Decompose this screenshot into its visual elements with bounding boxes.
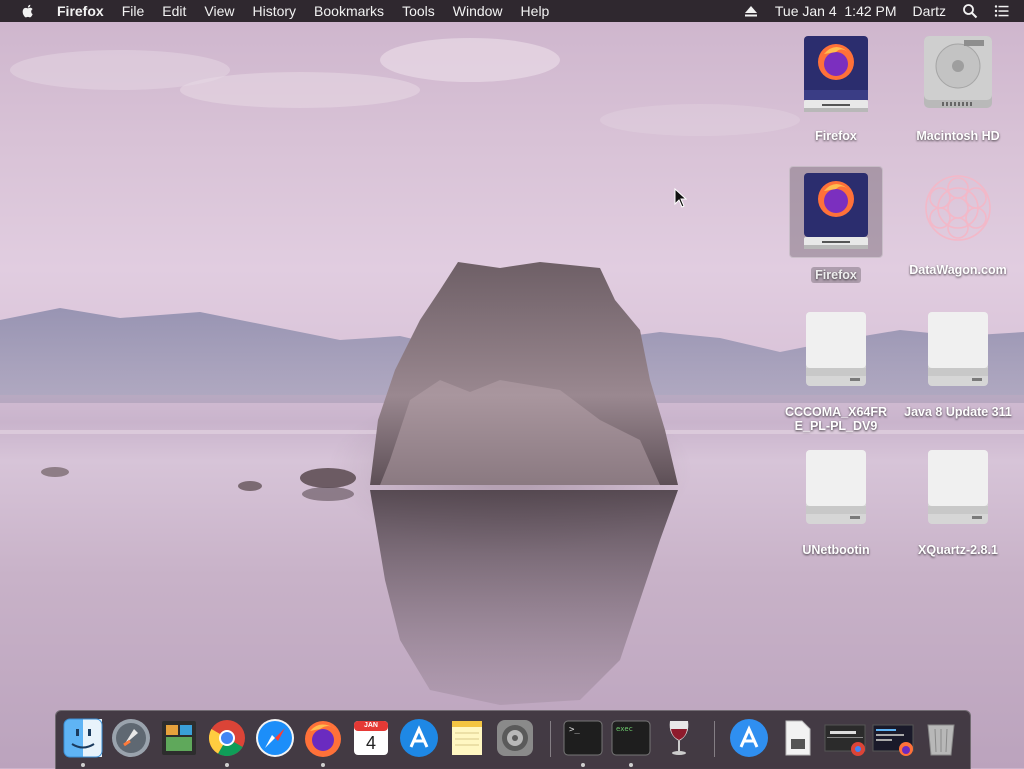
flower-logo-icon <box>925 175 991 241</box>
app-store-folder-icon[interactable] <box>728 717 770 759</box>
external-drive-icon <box>806 450 866 524</box>
desktop-icon-cccoma[interactable]: CCCOMA_X64FRE_PL-PL_DV9 <box>781 308 891 433</box>
running-indicator <box>81 763 85 767</box>
launchpad-icon[interactable] <box>110 717 152 759</box>
menu-file[interactable]: File <box>113 0 154 22</box>
external-drive-icon <box>928 312 988 386</box>
terminal-prompt: >_ <box>569 725 580 735</box>
menu-app-name[interactable]: Firefox <box>48 0 113 22</box>
desktop-icon-label: Firefox <box>811 267 861 283</box>
system-preferences-icon[interactable] <box>494 717 536 759</box>
notification-center-icon[interactable] <box>994 3 1010 19</box>
desktop-icon-label: Java 8 Update 311 <box>904 405 1012 419</box>
firefox-disk-icon <box>789 166 883 258</box>
desktop-icon-xquartz[interactable]: XQuartz-2.8.1 <box>903 446 1013 557</box>
firefox-window-icon[interactable] <box>872 717 914 759</box>
menu-help[interactable]: Help <box>512 0 559 22</box>
menu-edit[interactable]: Edit <box>153 0 195 22</box>
running-indicator <box>225 763 229 767</box>
menubar-clock[interactable]: Tue Jan 4 1:42 PM <box>767 0 905 22</box>
wine-icon[interactable] <box>658 717 700 759</box>
external-drive-icon <box>806 312 866 386</box>
menu-window[interactable]: Window <box>444 0 512 22</box>
dock-separator <box>550 721 551 757</box>
apple-icon[interactable] <box>20 3 36 19</box>
menu-history[interactable]: History <box>243 0 305 22</box>
firefox-icon[interactable] <box>302 717 344 767</box>
hard-drive-icon <box>924 36 992 108</box>
menu-bar: Firefox File Edit View History Bookmarks… <box>0 0 1024 22</box>
desktop-icon-label: CCCOMA_X64FRE_PL-PL_DV9 <box>784 405 888 433</box>
chrome-window-icon[interactable] <box>824 717 866 759</box>
exec-terminal-icon[interactable]: exec <box>610 717 652 767</box>
menu-bookmarks[interactable]: Bookmarks <box>305 0 393 22</box>
trash-icon[interactable] <box>920 717 962 759</box>
firefox-disk-icon <box>804 36 868 112</box>
desktop-icon-label: XQuartz-2.8.1 <box>918 543 998 557</box>
menubar-user[interactable]: Dartz <box>905 0 954 22</box>
app-store-icon[interactable] <box>398 717 440 759</box>
notes-icon[interactable] <box>446 717 488 759</box>
dock: JAN 4 >_ exec <box>55 710 971 769</box>
desktop-icon-firefox-2[interactable]: Firefox <box>781 166 891 284</box>
chrome-icon[interactable] <box>206 717 248 767</box>
desktop-icon-java[interactable]: Java 8 Update 311 <box>903 308 1013 419</box>
menu-tools[interactable]: Tools <box>393 0 444 22</box>
calendar-icon[interactable]: JAN 4 <box>350 717 392 759</box>
dock-separator <box>714 721 715 757</box>
exec-label: exec <box>616 725 633 733</box>
photo-slideshow-icon[interactable] <box>158 717 200 759</box>
external-drive-icon <box>928 450 988 524</box>
installer-disk-icon[interactable] <box>776 717 818 759</box>
desktop-icon-firefox-1[interactable]: Firefox <box>781 32 891 143</box>
menu-view[interactable]: View <box>195 0 243 22</box>
desktop-icon-label: UNetbootin <box>802 543 870 557</box>
spotlight-search-icon[interactable] <box>962 3 978 19</box>
eject-icon[interactable] <box>743 3 759 19</box>
desktop-icon-macintosh-hd[interactable]: Macintosh HD <box>903 32 1013 143</box>
desktop-icon-label: DataWagon.com <box>909 263 1007 277</box>
desktop-icon-datawagon[interactable]: DataWagon.com <box>903 166 1013 277</box>
mouse-cursor-icon <box>674 188 688 208</box>
desktop-icon-label: Macintosh HD <box>916 129 1000 143</box>
finder-icon[interactable] <box>62 717 104 767</box>
terminal-icon[interactable]: >_ <box>562 717 604 767</box>
running-indicator <box>321 763 325 767</box>
calendar-day: 4 <box>365 733 376 753</box>
desktop-icon-label: Firefox <box>815 129 857 143</box>
calendar-month: JAN <box>363 722 378 729</box>
running-indicator <box>629 763 633 767</box>
desktop-icon-unetbootin[interactable]: UNetbootin <box>781 446 891 557</box>
running-indicator <box>581 763 585 767</box>
safari-icon[interactable] <box>254 717 296 759</box>
